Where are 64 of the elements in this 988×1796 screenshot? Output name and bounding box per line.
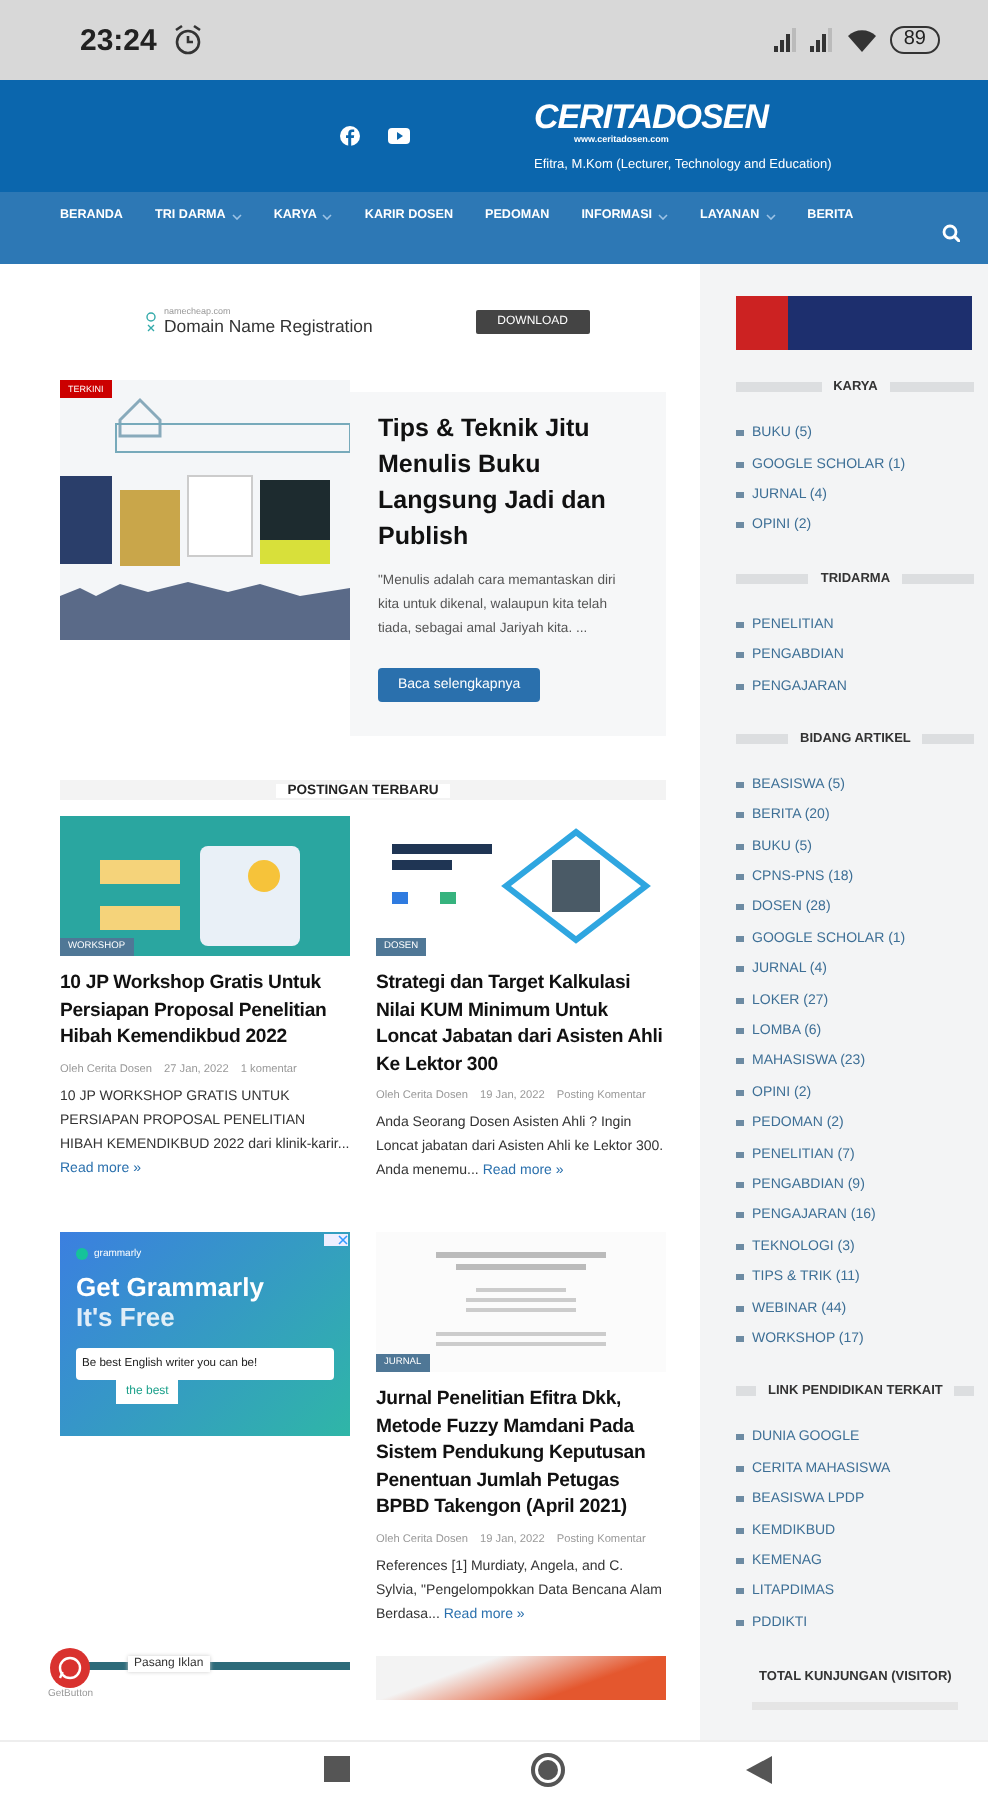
- facebook-icon[interactable]: [340, 126, 360, 146]
- bullet-icon: [736, 430, 744, 437]
- ad-close-icon[interactable]: [324, 1234, 348, 1246]
- signal-icon: [809, 28, 834, 52]
- whatsapp-button[interactable]: [50, 1647, 91, 1687]
- post-title[interactable]: 10 JP Workshop Gratis Untuk Persiapan Proposal Penelitian Hibah Kemendikbud 2022: [60, 970, 350, 1051]
- ad-headline: Get Grammarly: [76, 1272, 266, 1302]
- bullet-icon: [736, 1527, 744, 1534]
- bullet-icon: [736, 904, 744, 911]
- bullet-icon: [736, 1212, 744, 1219]
- search-icon[interactable]: [942, 223, 960, 241]
- bullet-icon: [736, 935, 744, 942]
- bullet-icon: [736, 491, 744, 498]
- bullet-icon: [736, 997, 744, 1004]
- back-icon[interactable]: [746, 1755, 772, 1783]
- caret-icon: [658, 213, 669, 219]
- bullet-icon: [736, 652, 744, 659]
- caret-icon: [231, 213, 242, 219]
- bullet-icon: [736, 1058, 744, 1065]
- bullet-icon: [736, 1274, 744, 1281]
- bullet-icon: [736, 1243, 744, 1250]
- bullet-icon: [736, 1335, 744, 1342]
- chat-icon: [58, 1655, 83, 1679]
- home-icon[interactable]: [530, 1751, 566, 1787]
- bullet-icon: [736, 812, 744, 819]
- bullet-icon: [736, 1120, 744, 1127]
- ad-info-icon[interactable]: [146, 311, 156, 331]
- ad-subline: It's Free: [76, 1302, 177, 1332]
- bullet-icon: [736, 781, 744, 788]
- bullet-icon: [736, 683, 744, 690]
- bullet-icon: [736, 1182, 744, 1188]
- signal-icon: [773, 28, 798, 52]
- bullet-icon: [736, 1619, 744, 1626]
- bullet-icon: [736, 1151, 744, 1158]
- alarm-icon: [172, 24, 205, 56]
- wifi-icon: [845, 26, 878, 54]
- bullet-icon: [736, 1434, 744, 1441]
- bullet-icon: [736, 1028, 744, 1035]
- post-title[interactable]: Jurnal Penelitian Efitra Dkk, Metode Fuzzy Mamdani Pada Sistem Pendukung Keputusan Penentuan Jumlah Petugas BPBD Takengon (April 2021): [376, 1386, 666, 1521]
- post-title[interactable]: Strategi dan Target Kalkulasi Nilai KUM Minimum Untuk Loncat Jabatan dari Asisten Ahli Ke Lektor 300: [376, 970, 666, 1078]
- post-thumbnail[interactable]: [60, 816, 350, 956]
- bullet-icon: [736, 621, 744, 628]
- bullet-icon: [736, 1089, 744, 1096]
- brand-icon: [76, 1248, 88, 1260]
- bullet-icon: [736, 874, 744, 881]
- ad-title: Domain Name Registration: [164, 316, 375, 336]
- caret-icon: [765, 213, 776, 219]
- bullet-icon: [736, 1557, 744, 1564]
- bullet-icon: [736, 843, 744, 850]
- bullet-icon: [736, 966, 744, 973]
- video-icon[interactable]: [388, 126, 410, 146]
- bullet-icon: [736, 461, 744, 468]
- banner-image[interactable]: [736, 296, 972, 350]
- bullet-icon: [736, 1465, 744, 1472]
- caret-icon: [322, 213, 333, 219]
- status-time: 23:24: [80, 23, 157, 57]
- bullet-icon: [736, 1305, 744, 1312]
- bullet-icon: [736, 1588, 744, 1595]
- site-logo[interactable]: CERITADOSEN: [534, 100, 832, 134]
- bullet-icon: [736, 1496, 744, 1503]
- bullet-icon: [736, 522, 744, 529]
- featured-title[interactable]: Tips & Teknik Jitu Menulis Buku Langsung Jadi dan Publish: [378, 410, 638, 554]
- post-thumbnail[interactable]: [376, 1655, 666, 1699]
- battery-level: 89: [889, 26, 940, 54]
